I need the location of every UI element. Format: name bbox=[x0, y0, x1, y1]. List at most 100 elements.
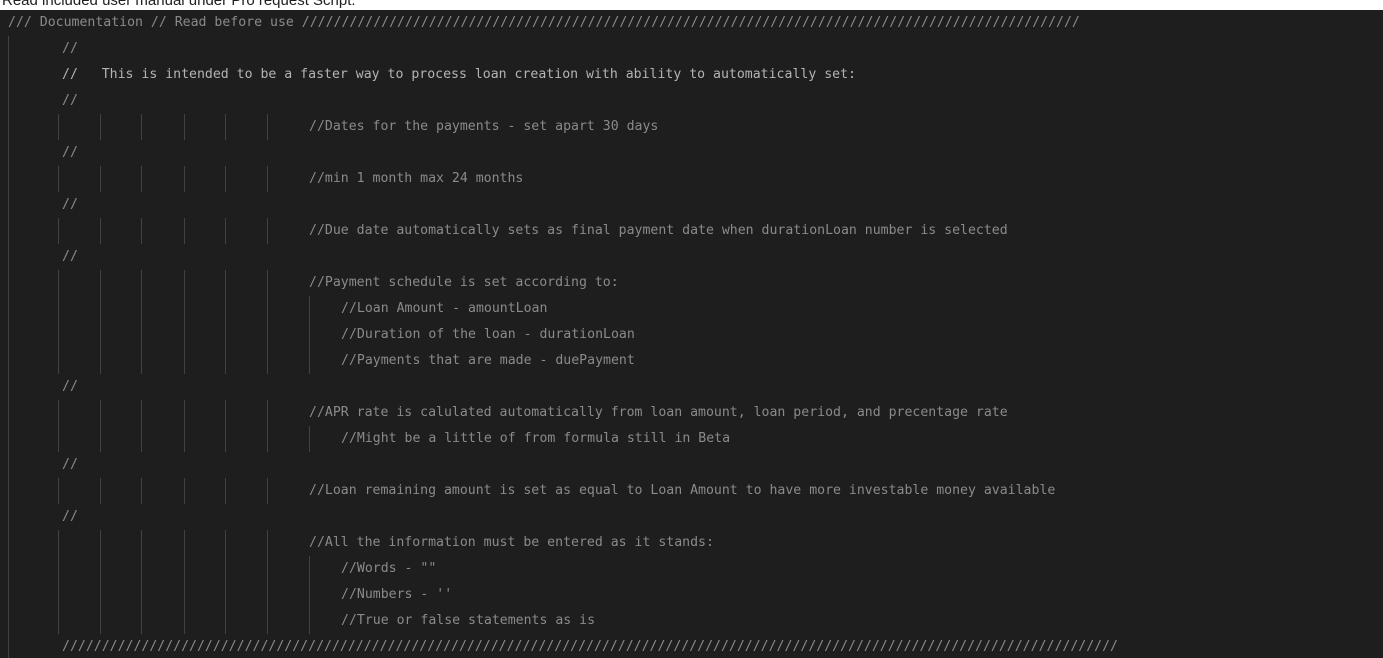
indent-guide bbox=[58, 400, 59, 426]
indent-guide bbox=[184, 322, 185, 348]
code-line-text: // bbox=[62, 93, 78, 108]
code-line: // bbox=[0, 192, 1383, 218]
indent-guide bbox=[225, 426, 226, 452]
indent-guide bbox=[184, 166, 185, 192]
code-line: // bbox=[0, 88, 1383, 114]
indent-guide bbox=[184, 478, 185, 504]
indent-guide bbox=[141, 114, 142, 140]
indent-guide bbox=[100, 582, 101, 608]
code-line: ////////////////////////////////////////… bbox=[0, 634, 1383, 658]
code-line: //Payments that are made - duePayment bbox=[0, 348, 1383, 374]
indent-guide bbox=[8, 114, 9, 140]
indent-guide bbox=[8, 192, 9, 218]
indent-guide bbox=[100, 556, 101, 582]
indent-guide bbox=[8, 582, 9, 608]
indent-guide bbox=[184, 114, 185, 140]
indent-guide bbox=[100, 322, 101, 348]
indent-guide bbox=[58, 348, 59, 374]
indent-guide bbox=[141, 218, 142, 244]
code-line: // bbox=[0, 452, 1383, 478]
indent-guide bbox=[58, 322, 59, 348]
code-line: //Numbers - '' bbox=[0, 582, 1383, 608]
code-line-text: //Payment schedule is set according to: bbox=[309, 275, 619, 290]
code-line-text: //Loan remaining amount is set as equal … bbox=[309, 483, 1056, 498]
code-line-text: // bbox=[62, 457, 78, 472]
indent-guide bbox=[141, 426, 142, 452]
code-line-text: //min 1 month max 24 months bbox=[309, 171, 524, 186]
code-line: //Duration of the loan - durationLoan bbox=[0, 322, 1383, 348]
code-line: //Due date automatically sets as final p… bbox=[0, 218, 1383, 244]
indent-guide bbox=[141, 270, 142, 296]
indent-guide bbox=[225, 582, 226, 608]
code-line-text: //Words - "" bbox=[341, 561, 437, 576]
indent-guide bbox=[141, 556, 142, 582]
code-line: //Payment schedule is set according to: bbox=[0, 270, 1383, 296]
indent-guide bbox=[58, 556, 59, 582]
indent-guide bbox=[58, 296, 59, 322]
code-line: // bbox=[0, 36, 1383, 62]
indent-guide bbox=[267, 296, 268, 322]
indent-guide bbox=[267, 556, 268, 582]
indent-guide bbox=[58, 478, 59, 504]
indent-guide bbox=[58, 270, 59, 296]
indent-guide bbox=[141, 582, 142, 608]
code-editor[interactable]: /// Documentation // Read before use ///… bbox=[0, 10, 1383, 658]
indent-guide bbox=[141, 400, 142, 426]
indent-guide bbox=[309, 296, 310, 322]
indent-guide bbox=[309, 582, 310, 608]
indent-guide bbox=[8, 608, 9, 634]
indent-guide bbox=[184, 582, 185, 608]
indent-guide bbox=[267, 166, 268, 192]
code-line-text: //Dates for the payments - set apart 30 … bbox=[309, 119, 659, 134]
indent-guide bbox=[8, 244, 9, 270]
indent-guide bbox=[184, 296, 185, 322]
indent-guide bbox=[8, 62, 9, 88]
code-line-text: /// Documentation // Read before use ///… bbox=[8, 15, 1080, 30]
indent-guide bbox=[8, 634, 9, 658]
indent-guide bbox=[8, 556, 9, 582]
code-line: // bbox=[0, 374, 1383, 400]
indent-guide bbox=[309, 556, 310, 582]
indent-guide bbox=[309, 608, 310, 634]
indent-guide bbox=[8, 504, 9, 530]
indent-guide bbox=[141, 322, 142, 348]
indent-guide bbox=[225, 608, 226, 634]
indent-guide bbox=[8, 478, 9, 504]
indent-guide bbox=[267, 348, 268, 374]
code-line: /// Documentation // Read before use ///… bbox=[0, 10, 1383, 36]
code-line: //Loan Amount - amountLoan bbox=[0, 296, 1383, 322]
code-line: //APR rate is calulated automatically fr… bbox=[0, 400, 1383, 426]
code-line-text: //Due date automatically sets as final p… bbox=[309, 223, 1008, 238]
indent-guide bbox=[225, 166, 226, 192]
indent-guide bbox=[8, 374, 9, 400]
indent-guide bbox=[309, 426, 310, 452]
indent-guide bbox=[58, 114, 59, 140]
indent-guide bbox=[8, 400, 9, 426]
indent-guide bbox=[141, 530, 142, 556]
indent-guide bbox=[267, 530, 268, 556]
indent-guide bbox=[225, 478, 226, 504]
indent-guide bbox=[100, 400, 101, 426]
indent-guide bbox=[267, 608, 268, 634]
indent-guide bbox=[8, 322, 9, 348]
indent-guide bbox=[58, 166, 59, 192]
code-line: //Might be a little of from formula stil… bbox=[0, 426, 1383, 452]
indent-guide bbox=[141, 166, 142, 192]
code-line-text: // bbox=[62, 197, 78, 212]
indent-guide bbox=[267, 218, 268, 244]
code-line: //Loan remaining amount is set as equal … bbox=[0, 478, 1383, 504]
indent-guide bbox=[225, 530, 226, 556]
code-line-text: //APR rate is calulated automatically fr… bbox=[309, 405, 1008, 420]
code-line-text: // bbox=[62, 509, 78, 524]
indent-guide bbox=[100, 608, 101, 634]
code-line-text: // bbox=[62, 379, 78, 394]
indent-guide bbox=[141, 608, 142, 634]
indent-guide bbox=[8, 36, 9, 62]
indent-guide bbox=[184, 426, 185, 452]
indent-guide bbox=[309, 322, 310, 348]
indent-guide bbox=[100, 530, 101, 556]
code-line: // bbox=[0, 504, 1383, 530]
indent-guide bbox=[225, 322, 226, 348]
code-line-text: //Might be a little of from formula stil… bbox=[341, 431, 731, 446]
code-line: //True or false statements as is bbox=[0, 608, 1383, 634]
